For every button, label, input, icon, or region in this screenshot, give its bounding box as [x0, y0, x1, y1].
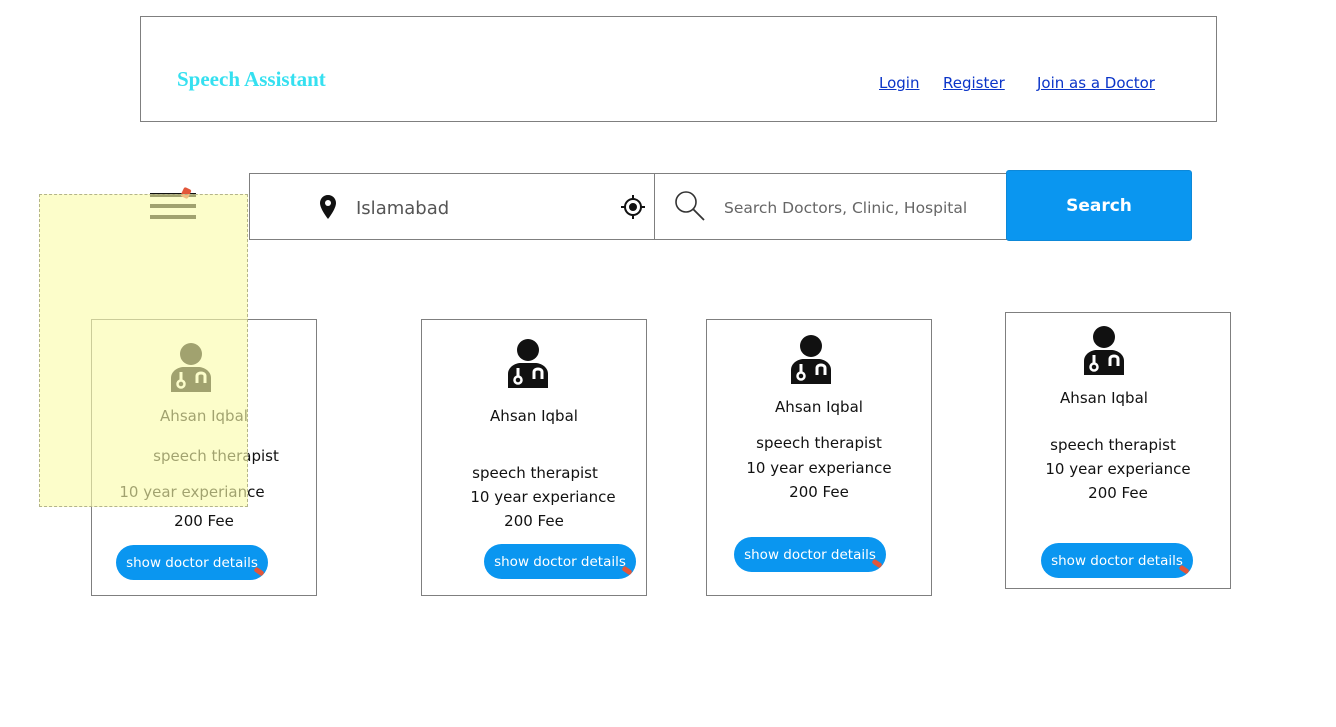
join-doctor-link[interactable]: Join as a Doctor [1037, 74, 1155, 92]
show-details-button[interactable]: show doctor details [734, 537, 886, 572]
show-details-label: show doctor details [494, 553, 626, 570]
doctor-name: Ahsan Iqbal [490, 407, 578, 425]
brand-logo[interactable]: Speech Assistant [177, 67, 326, 92]
doctor-fee: 200 Fee [1088, 484, 1148, 502]
doctor-fee: 200 Fee [504, 512, 564, 530]
doctor-experience: 10 year experiance [746, 459, 892, 477]
doctor-name: Ahsan Iqbal [160, 407, 248, 425]
doctor-card: Ahsan Iqbal speech therapist 10 year exp… [91, 319, 317, 596]
doctor-card: Ahsan Iqbal speech therapist 10 year exp… [1005, 312, 1231, 589]
doctor-experience: 10 year experiance [470, 488, 616, 506]
doctor-icon [791, 335, 831, 384]
login-link[interactable]: Login [879, 74, 919, 92]
show-details-label: show doctor details [744, 546, 876, 563]
show-details-button[interactable]: show doctor details [116, 545, 268, 580]
note-marker-icon [621, 565, 633, 576]
doctor-name: Ahsan Iqbal [1060, 389, 1148, 407]
search-icon [675, 191, 705, 221]
doctor-experience: 10 year experiance [1045, 460, 1191, 478]
doctor-icon [171, 343, 211, 392]
location-value[interactable]: Islamabad [356, 198, 449, 219]
doctor-fee: 200 Fee [789, 483, 849, 501]
note-marker-icon [1178, 564, 1190, 575]
show-details-button[interactable]: show doctor details [1041, 543, 1193, 578]
doctor-experience: 10 year experiance [119, 483, 265, 501]
map-pin-icon [320, 195, 336, 219]
search-button[interactable]: Search [1006, 170, 1192, 241]
note-marker-icon [871, 558, 883, 569]
doctor-specialty: speech therapist [153, 447, 279, 465]
note-marker-icon [253, 566, 265, 577]
show-details-label: show doctor details [126, 554, 258, 571]
doctor-icon [508, 339, 548, 388]
search-divider [654, 174, 655, 239]
site-header: Speech Assistant Login Register Join as … [140, 16, 1217, 122]
doctor-specialty: speech therapist [472, 464, 598, 482]
search-bar: Islamabad [249, 173, 1007, 240]
search-input[interactable] [724, 196, 994, 220]
doctor-card: Ahsan Iqbal speech therapist 10 year exp… [706, 319, 932, 596]
doctor-specialty: speech therapist [756, 434, 882, 452]
doctor-icon [1084, 326, 1124, 375]
locate-icon[interactable] [621, 195, 645, 219]
show-details-button[interactable]: show doctor details [484, 544, 636, 579]
show-details-label: show doctor details [1051, 552, 1183, 569]
register-link[interactable]: Register [943, 74, 1005, 92]
doctor-name: Ahsan Iqbal [775, 398, 863, 416]
doctor-specialty: speech therapist [1050, 436, 1176, 454]
doctor-card: Ahsan Iqbal speech therapist 10 year exp… [421, 319, 647, 596]
doctor-fee: 200 Fee [174, 512, 234, 530]
